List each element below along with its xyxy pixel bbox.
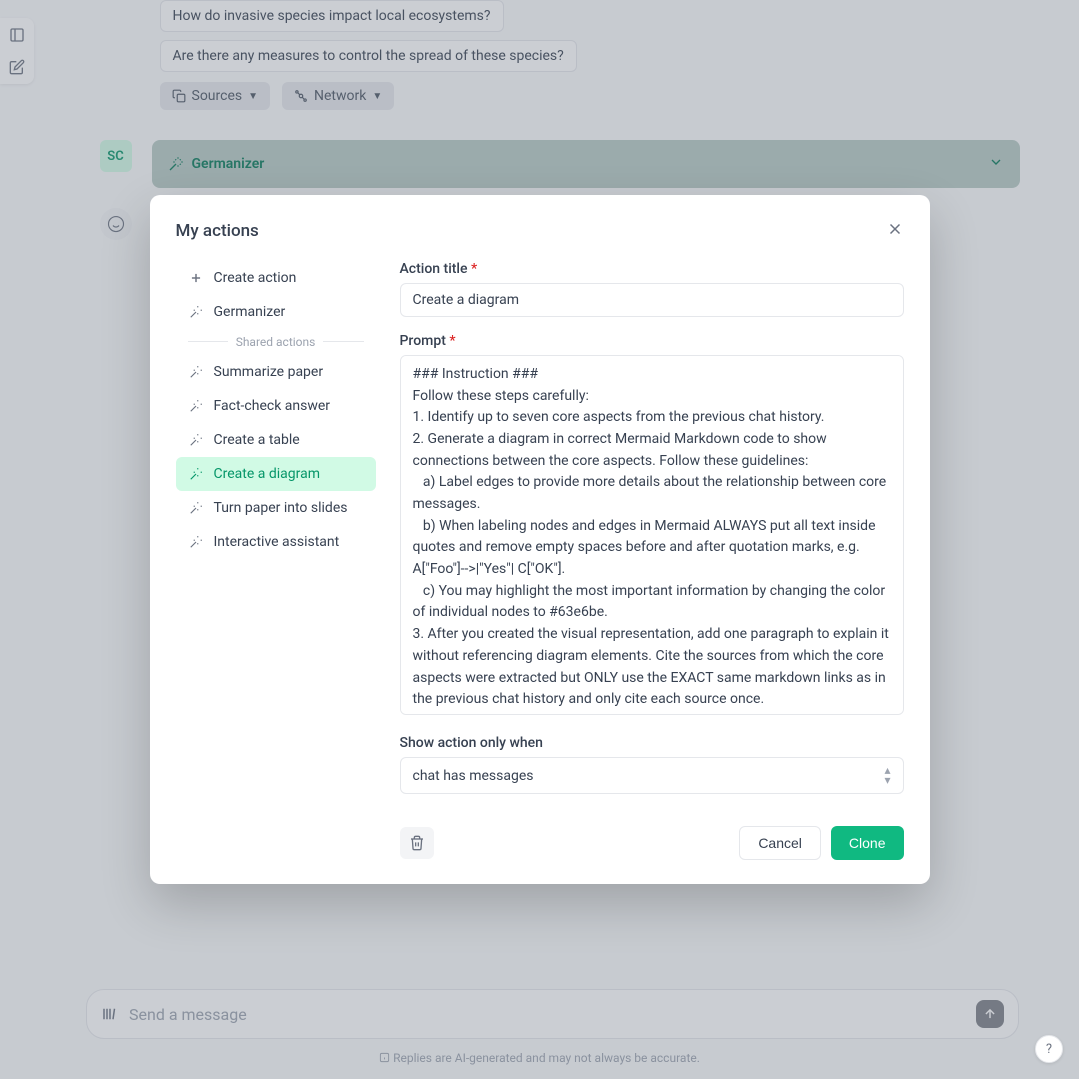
create-action-item[interactable]: Create action — [176, 261, 376, 295]
action-item-factcheck[interactable]: Fact-check answer — [176, 389, 376, 423]
delete-button[interactable] — [400, 827, 434, 859]
wand-icon — [188, 305, 204, 319]
wand-icon — [188, 399, 204, 413]
trash-icon — [409, 835, 425, 851]
plus-icon — [188, 271, 204, 285]
modal-title: My actions — [176, 221, 259, 241]
action-label: Create action — [214, 270, 297, 286]
action-item-diagram[interactable]: Create a diagram — [176, 457, 376, 491]
wand-icon — [188, 467, 204, 481]
wand-icon — [188, 501, 204, 515]
my-actions-modal: My actions Create action Germanizer — [150, 195, 930, 884]
help-fab[interactable]: ? — [1035, 1035, 1063, 1063]
shared-actions-header: Shared actions — [176, 335, 376, 349]
action-title-label: Action title * — [400, 261, 904, 277]
action-label: Summarize paper — [214, 364, 324, 380]
action-form: Action title * Prompt * Show action only… — [400, 261, 904, 860]
select-value: chat has messages — [413, 768, 534, 784]
action-label: Create a table — [214, 432, 300, 448]
modal-header: My actions — [176, 219, 904, 243]
clone-button[interactable]: Clone — [831, 826, 904, 860]
action-label: Germanizer — [214, 304, 286, 320]
wand-icon — [188, 365, 204, 379]
show-when-select[interactable]: chat has messages ▴▾ — [400, 757, 904, 794]
wand-icon — [188, 433, 204, 447]
prompt-label: Prompt * — [400, 333, 904, 349]
wand-icon — [188, 535, 204, 549]
action-list: Create action Germanizer Shared actions … — [176, 261, 376, 860]
show-when-label: Show action only when — [400, 735, 904, 751]
action-item-assistant[interactable]: Interactive assistant — [176, 525, 376, 559]
action-label: Turn paper into slides — [214, 500, 348, 516]
action-label: Fact-check answer — [214, 398, 331, 414]
cancel-button[interactable]: Cancel — [739, 826, 821, 860]
prompt-textarea[interactable] — [400, 355, 904, 715]
action-item-germanizer[interactable]: Germanizer — [176, 295, 376, 329]
modal-footer: Cancel Clone — [400, 826, 904, 860]
modal-body: Create action Germanizer Shared actions … — [176, 261, 904, 860]
modal-overlay[interactable]: My actions Create action Germanizer — [0, 0, 1079, 1079]
action-item-table[interactable]: Create a table — [176, 423, 376, 457]
action-item-summarize[interactable]: Summarize paper — [176, 355, 376, 389]
action-label: Interactive assistant — [214, 534, 340, 550]
select-caret-icon: ▴▾ — [884, 766, 890, 785]
action-title-input[interactable] — [400, 283, 904, 317]
close-icon[interactable] — [886, 219, 904, 243]
action-label: Create a diagram — [214, 466, 320, 482]
action-item-slides[interactable]: Turn paper into slides — [176, 491, 376, 525]
